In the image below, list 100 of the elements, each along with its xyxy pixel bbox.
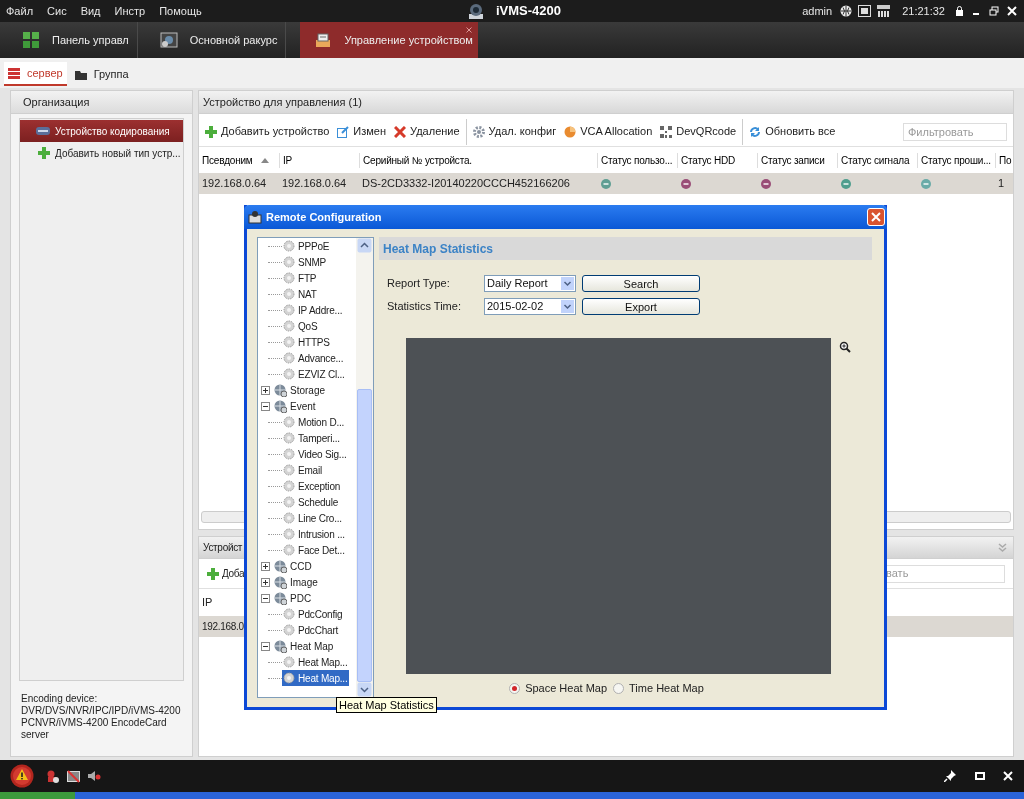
tree-item[interactable]: SNMP bbox=[282, 254, 328, 270]
toolbar-button[interactable]: Удаление bbox=[394, 123, 460, 140]
vertical-scrollbar[interactable] bbox=[356, 238, 373, 697]
sub-tab[interactable]: сервер bbox=[4, 62, 67, 86]
tree-item[interactable]: Heat Map... bbox=[282, 654, 349, 670]
toolbar-button[interactable]: DevQRcode bbox=[660, 123, 737, 140]
scroll-up-icon[interactable] bbox=[357, 238, 372, 253]
tree-item[interactable]: Video Sig... bbox=[282, 446, 348, 462]
list-item[interactable]: Устройство кодирования bbox=[20, 120, 183, 142]
tree-item[interactable]: Heat Map bbox=[273, 638, 335, 654]
expand-icon[interactable] bbox=[261, 385, 270, 395]
column-header[interactable]: Статус пользо... bbox=[597, 152, 677, 168]
restore-icon[interactable] bbox=[988, 6, 1000, 16]
radio-option[interactable]: Time Heat Map bbox=[613, 680, 704, 697]
toolbar-button[interactable]: Измен bbox=[337, 123, 387, 140]
tree-item[interactable]: Schedule bbox=[282, 494, 340, 510]
tree-item[interactable]: CCD bbox=[273, 558, 313, 574]
menu-item[interactable]: Сис bbox=[47, 2, 67, 20]
action-button[interactable]: Search bbox=[582, 275, 700, 292]
field-label: Statistics Time: bbox=[387, 299, 462, 315]
tree-item[interactable]: PDC bbox=[273, 590, 313, 606]
radio-icon[interactable] bbox=[509, 682, 521, 694]
scroll-down-icon[interactable] bbox=[357, 682, 372, 697]
menu-item[interactable]: Файл bbox=[6, 2, 34, 20]
toolbar-button[interactable]: Добавить устройство bbox=[205, 123, 330, 140]
tree-item[interactable]: Line Cro... bbox=[282, 510, 343, 526]
expand-icon[interactable] bbox=[261, 577, 270, 587]
tree-item[interactable]: Exception bbox=[282, 478, 342, 494]
tree-item[interactable]: FTP bbox=[282, 270, 318, 286]
nav-tab[interactable]: Управление устройством bbox=[300, 22, 479, 58]
speaker-muted-icon[interactable] bbox=[88, 770, 101, 782]
tree-item[interactable]: Motion D... bbox=[282, 414, 346, 430]
filter-field[interactable]: Фильтровать bbox=[903, 122, 1007, 141]
close-button[interactable] bbox=[867, 208, 885, 226]
panel-icon bbox=[22, 31, 40, 49]
tree-item[interactable]: Event bbox=[273, 398, 317, 414]
action-button[interactable]: Export bbox=[582, 298, 700, 315]
tree-item[interactable]: Email bbox=[282, 462, 323, 478]
toolbar-button[interactable]: Доба bbox=[207, 566, 245, 581]
list-item[interactable]: Добавить новый тип устр... bbox=[20, 142, 183, 164]
tree-item[interactable]: PPPoE bbox=[282, 238, 331, 254]
gear-icon bbox=[472, 125, 485, 138]
column-header[interactable]: Псевдоним bbox=[199, 152, 279, 168]
menu-item[interactable]: Помощь bbox=[159, 2, 202, 20]
column-header[interactable]: Статус сигнала bbox=[837, 152, 917, 168]
gear-icon bbox=[283, 608, 295, 620]
expand-icon[interactable] bbox=[261, 561, 270, 571]
screen-off-icon[interactable] bbox=[67, 769, 80, 783]
ram-meter-icon[interactable] bbox=[877, 5, 891, 17]
radio-icon[interactable] bbox=[613, 682, 625, 694]
column-header[interactable]: IP bbox=[279, 152, 359, 168]
tree-item[interactable]: Storage bbox=[273, 382, 327, 398]
zoom-icon[interactable] bbox=[839, 341, 851, 353]
tree-item[interactable]: PdcConfig bbox=[282, 606, 344, 622]
tree-item[interactable]: Heat Map... bbox=[282, 670, 349, 686]
menu-item[interactable]: Инстр bbox=[114, 2, 146, 20]
gear-icon bbox=[283, 496, 295, 508]
tree-item[interactable]: Intrusion ... bbox=[282, 526, 346, 542]
warning-icon[interactable] bbox=[10, 764, 34, 788]
tree-item[interactable]: IP Addre... bbox=[282, 302, 344, 318]
qr-code-icon bbox=[660, 125, 673, 138]
tree-item[interactable]: HTTPS bbox=[282, 334, 331, 350]
start-button[interactable] bbox=[0, 792, 75, 799]
restore-icon[interactable] bbox=[974, 771, 986, 781]
column-header[interactable]: Статус проши... bbox=[917, 152, 995, 168]
column-header[interactable]: Статус записи bbox=[757, 152, 837, 168]
column-header[interactable]: Серийный № устройста. bbox=[359, 152, 597, 168]
table-row[interactable]: 192.168.0.64 192.168.0.64 DS-2CD3332-I20140220CCCH452166206 1 bbox=[199, 173, 1013, 194]
tree-item[interactable]: Image bbox=[273, 574, 319, 590]
panel-title: Организация bbox=[23, 94, 90, 110]
tree-item[interactable]: QoS bbox=[282, 318, 319, 334]
toolbar-button[interactable]: Удал. конфиг bbox=[472, 123, 557, 140]
tree-item[interactable]: PdcChart bbox=[282, 622, 340, 638]
plus-icon bbox=[205, 125, 217, 138]
column-header[interactable]: IP bbox=[199, 593, 213, 611]
section-title: Heat Map Statistics bbox=[383, 240, 494, 258]
sub-tab[interactable]: Группа bbox=[70, 62, 133, 86]
tree-item[interactable]: Face Det... bbox=[282, 542, 346, 558]
toolbar-button[interactable]: VCA Allocation bbox=[564, 123, 653, 140]
globe-icon[interactable] bbox=[840, 5, 853, 17]
radio-option[interactable]: Space Heat Map bbox=[509, 680, 608, 697]
pin-icon[interactable] bbox=[944, 770, 956, 782]
collapse-icon[interactable] bbox=[261, 593, 270, 603]
column-header[interactable]: По bbox=[995, 152, 1013, 168]
globe-gear-icon bbox=[274, 559, 287, 573]
tree-item[interactable]: Advance... bbox=[282, 350, 345, 366]
scrollbar-thumb[interactable] bbox=[357, 389, 372, 682]
tree-item[interactable]: NAT bbox=[282, 286, 318, 302]
gear-icon bbox=[283, 256, 295, 268]
lock-icon[interactable] bbox=[955, 6, 964, 16]
dropdown[interactable]: 2015-02-02 bbox=[484, 298, 576, 315]
collapse-icon[interactable] bbox=[261, 401, 270, 411]
tree-item[interactable]: Tamperi... bbox=[282, 430, 341, 446]
column-header[interactable]: Статус HDD bbox=[677, 152, 757, 168]
menu-item[interactable]: Вид bbox=[80, 2, 101, 20]
collapse-icon[interactable] bbox=[261, 641, 270, 651]
dropdown[interactable]: Daily Report bbox=[484, 275, 576, 292]
toolbar-button[interactable]: Обновить все bbox=[749, 123, 836, 140]
alarm-icon[interactable] bbox=[46, 769, 59, 783]
tree-item[interactable]: EZVIZ Cl... bbox=[282, 366, 346, 382]
